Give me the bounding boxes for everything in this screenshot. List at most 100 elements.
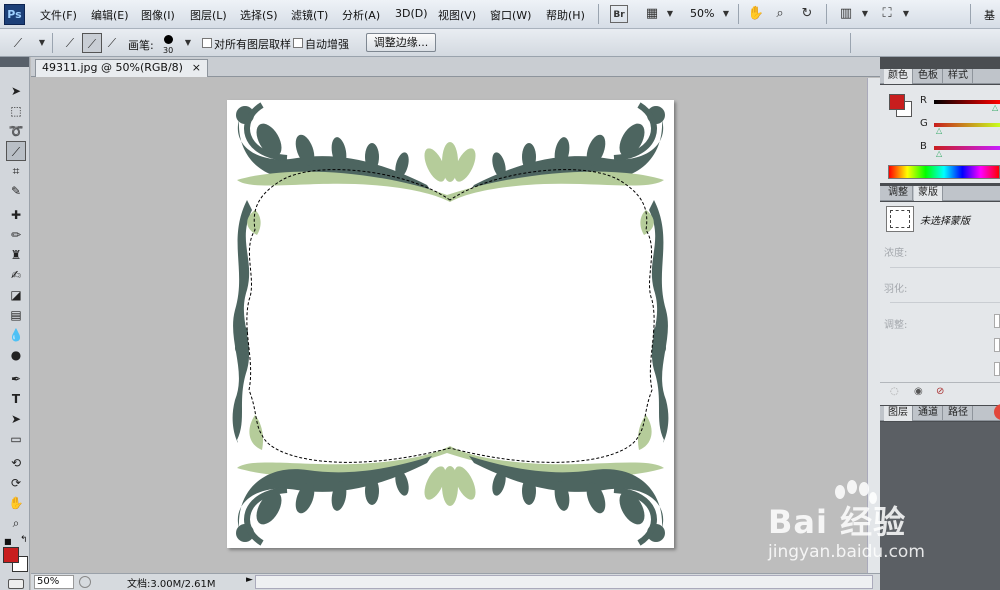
chevron-down-icon[interactable]: ▼ bbox=[178, 33, 198, 53]
menu-separator bbox=[738, 4, 739, 24]
density-slider[interactable] bbox=[890, 267, 1000, 268]
menu-view[interactable]: 视图(V) bbox=[438, 7, 476, 23]
hand-tool-icon[interactable]: ✋ bbox=[746, 5, 766, 23]
dodge-tool-icon[interactable]: ● bbox=[6, 345, 26, 365]
menu-file[interactable]: 文件(F) bbox=[40, 7, 77, 23]
blur-tool-icon[interactable]: 💧 bbox=[6, 325, 26, 345]
channel-g-slider[interactable] bbox=[934, 123, 1000, 127]
add-to-selection-icon[interactable]: ⟋ bbox=[82, 33, 102, 53]
menu-select[interactable]: 选择(S) bbox=[240, 7, 278, 23]
menu-edit[interactable]: 编辑(E) bbox=[91, 7, 129, 23]
lasso-tool-icon[interactable]: ➰ bbox=[6, 121, 26, 141]
delete-mask-icon[interactable]: ⊘ bbox=[936, 386, 944, 397]
channel-b-slider[interactable] bbox=[934, 146, 1000, 150]
path-selection-tool-icon[interactable]: ➤ bbox=[6, 409, 26, 429]
eraser-tool-icon[interactable]: ◪ bbox=[6, 285, 26, 305]
screen-mode-icon[interactable]: ⛶ bbox=[877, 5, 897, 23]
status-info-icon[interactable] bbox=[79, 576, 91, 588]
move-tool-icon[interactable]: ➤ bbox=[6, 81, 26, 101]
document-tab[interactable]: 49311.jpg @ 50%(RGB/8) × bbox=[35, 59, 208, 77]
view-extras-icon[interactable]: ▦ bbox=[642, 5, 662, 23]
bridge-icon[interactable]: Br bbox=[610, 5, 628, 23]
auto-enhance-checkbox[interactable] bbox=[293, 38, 303, 48]
shape-tool-icon[interactable]: ▭ bbox=[6, 429, 26, 449]
tab-styles[interactable]: 样式 bbox=[944, 69, 973, 84]
chevron-down-icon[interactable]: ▼ bbox=[32, 33, 52, 53]
channel-b-thumb[interactable]: △ bbox=[936, 149, 942, 158]
color-spectrum-bar[interactable] bbox=[888, 165, 1000, 179]
view-mask-icon[interactable]: ◉ bbox=[914, 386, 923, 397]
channel-b-label: B bbox=[920, 141, 927, 152]
default-colors-icon[interactable]: ■ bbox=[4, 537, 12, 546]
menu-layer[interactable]: 图层(L) bbox=[190, 7, 227, 23]
tab-masks[interactable]: 蒙版 bbox=[914, 186, 943, 201]
channel-g-thumb[interactable]: △ bbox=[936, 126, 942, 135]
menu-image[interactable]: 图像(I) bbox=[141, 7, 175, 23]
chevron-down-icon[interactable]: ▼ bbox=[716, 5, 736, 23]
zoom-tool-icon[interactable]: ⌕ bbox=[6, 513, 26, 533]
menu-window[interactable]: 窗口(W) bbox=[490, 7, 531, 23]
rotate-view-icon[interactable]: ↻ bbox=[797, 5, 817, 23]
top-center-leaves bbox=[424, 142, 476, 182]
vertical-scrollbar[interactable] bbox=[867, 78, 880, 573]
foreground-color-box[interactable] bbox=[889, 94, 905, 110]
pen-tool-icon[interactable]: ✒ bbox=[6, 369, 26, 389]
feather-slider[interactable] bbox=[890, 302, 1000, 303]
canvas-area[interactable] bbox=[31, 78, 880, 573]
menu-3d[interactable]: 3D(D) bbox=[395, 7, 428, 20]
clone-stamp-tool-icon[interactable]: ♜ bbox=[6, 245, 26, 265]
hand-tool-icon[interactable]: ✋ bbox=[6, 493, 26, 513]
tab-swatches[interactable]: 色板 bbox=[914, 69, 943, 84]
sample-all-layers-label: 对所有图层取样 bbox=[214, 38, 291, 51]
type-tool-icon[interactable]: T bbox=[6, 389, 26, 409]
menu-analysis[interactable]: 分析(A) bbox=[342, 7, 380, 23]
arrange-documents-icon[interactable]: ▥ bbox=[836, 5, 856, 23]
3d-rotate-tool-icon[interactable]: ⟲ bbox=[6, 453, 26, 473]
tab-channels[interactable]: 通道 bbox=[914, 406, 943, 421]
status-menu-arrow-icon[interactable]: ► bbox=[246, 575, 253, 585]
sample-all-layers-checkbox[interactable] bbox=[202, 38, 212, 48]
history-brush-tool-icon[interactable]: ✍ bbox=[6, 265, 26, 285]
chevron-down-icon[interactable]: ▼ bbox=[660, 5, 680, 23]
tab-paths[interactable]: 路径 bbox=[944, 406, 973, 421]
invert-button[interactable] bbox=[994, 362, 1000, 376]
load-selection-icon[interactable]: ◌ bbox=[890, 386, 899, 397]
eyedropper-tool-icon[interactable]: ✎ bbox=[6, 181, 26, 201]
swap-colors-icon[interactable]: ↰ bbox=[20, 535, 28, 545]
color-range-button[interactable] bbox=[994, 338, 1000, 352]
gradient-tool-icon[interactable]: ▤ bbox=[6, 305, 26, 325]
healing-brush-tool-icon[interactable]: ✚ bbox=[6, 205, 26, 225]
quick-selection-tool-icon[interactable]: ⟋ bbox=[6, 141, 26, 161]
tab-layers[interactable]: 图层 bbox=[884, 406, 913, 421]
workspace-switcher[interactable]: 基 bbox=[984, 7, 995, 23]
marquee-tool-icon[interactable]: ⬚ bbox=[6, 101, 26, 121]
new-selection-icon[interactable]: ⟋ bbox=[60, 33, 80, 53]
toolbox-grip[interactable] bbox=[0, 57, 29, 67]
foreground-color-swatch[interactable] bbox=[3, 547, 19, 563]
tab-color[interactable]: 颜色 bbox=[884, 69, 913, 84]
zoom-tool-icon[interactable]: ⌕ bbox=[770, 5, 790, 23]
chevron-down-icon[interactable]: ▼ bbox=[896, 5, 916, 23]
menu-filter[interactable]: 滤镜(T) bbox=[291, 7, 328, 23]
document-canvas[interactable] bbox=[227, 100, 674, 548]
zoom-input[interactable]: 50% bbox=[34, 575, 74, 589]
crop-tool-icon[interactable]: ⌗ bbox=[6, 161, 26, 181]
quick-selection-preset-icon[interactable]: ⟋ bbox=[8, 33, 28, 53]
subtract-from-selection-icon[interactable]: ⟋ bbox=[102, 33, 122, 53]
horizontal-scrollbar[interactable] bbox=[255, 575, 873, 589]
mask-thumbnail[interactable] bbox=[886, 206, 914, 232]
channel-r-slider[interactable] bbox=[934, 100, 1000, 104]
tab-adjustments[interactable]: 调整 bbox=[884, 186, 913, 201]
chevron-down-icon[interactable]: ▼ bbox=[855, 5, 875, 23]
channel-r-thumb[interactable]: △ bbox=[992, 103, 998, 112]
brush-preview-icon[interactable] bbox=[164, 35, 173, 44]
brush-tool-icon[interactable]: ✏ bbox=[6, 225, 26, 245]
close-icon[interactable]: × bbox=[192, 60, 201, 76]
bottom-center-leaves bbox=[424, 466, 476, 506]
quick-mask-icon[interactable] bbox=[8, 579, 24, 589]
refine-edge-button[interactable]: 调整边缘... bbox=[366, 33, 436, 52]
3d-orbit-tool-icon[interactable]: ⟳ bbox=[6, 473, 26, 493]
zoom-level[interactable]: 50% bbox=[690, 7, 714, 20]
mask-edge-button[interactable] bbox=[994, 314, 1000, 328]
menu-help[interactable]: 帮助(H) bbox=[546, 7, 585, 23]
